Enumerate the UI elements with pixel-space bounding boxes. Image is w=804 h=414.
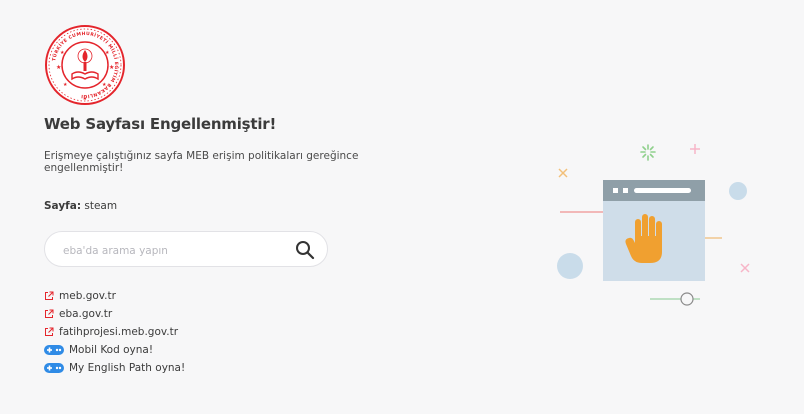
gamepad-icon — [44, 345, 64, 355]
search-icon[interactable] — [295, 240, 315, 260]
search-input[interactable] — [61, 241, 285, 261]
link-label: My English Path oyna! — [69, 362, 186, 374]
gamepad-icon — [44, 363, 64, 373]
svg-text:★: ★ — [56, 64, 61, 71]
search-box — [44, 231, 328, 267]
link-english-path[interactable]: My English Path oyna! — [44, 359, 185, 377]
link-label: meb.gov.tr — [59, 290, 116, 302]
links-list: meb.gov.tr eba.gov.tr fatihprojesi.meb.g… — [44, 287, 185, 377]
external-link-icon — [45, 327, 54, 336]
external-link-icon — [45, 309, 54, 318]
link-fatihprojesi[interactable]: fatihprojesi.meb.gov.tr — [44, 323, 185, 341]
blocked-hand-illustration — [557, 144, 750, 306]
site-value: steam — [84, 200, 118, 212]
link-meb[interactable]: meb.gov.tr — [44, 287, 185, 305]
link-label: Mobil Kod oyna! — [69, 344, 154, 356]
block-description: Erişmeye çalıştığınız sayfa MEB erişim p… — [44, 150, 359, 174]
link-eba[interactable]: eba.gov.tr — [44, 305, 185, 323]
page-title: Web Sayfası Engellenmiştir! — [44, 115, 277, 133]
blocked-page: ★ ★ ★ ★ ★ ★ ★ TÜRKİYE CUMHURİYETİ MİLLÎ … — [0, 0, 804, 414]
link-mobil-kod[interactable]: Mobil Kod oyna! — [44, 341, 185, 359]
blocked-site-line: Sayfa: steam — [44, 200, 117, 212]
link-label: fatihprojesi.meb.gov.tr — [59, 326, 179, 338]
link-label: eba.gov.tr — [59, 308, 113, 320]
svg-text:★: ★ — [63, 82, 68, 88]
external-link-icon — [45, 291, 54, 300]
meb-logo: ★ ★ ★ ★ ★ ★ ★ TÜRKİYE CUMHURİYETİ MİLLÎ … — [45, 25, 125, 105]
site-label: Sayfa: — [44, 200, 82, 212]
